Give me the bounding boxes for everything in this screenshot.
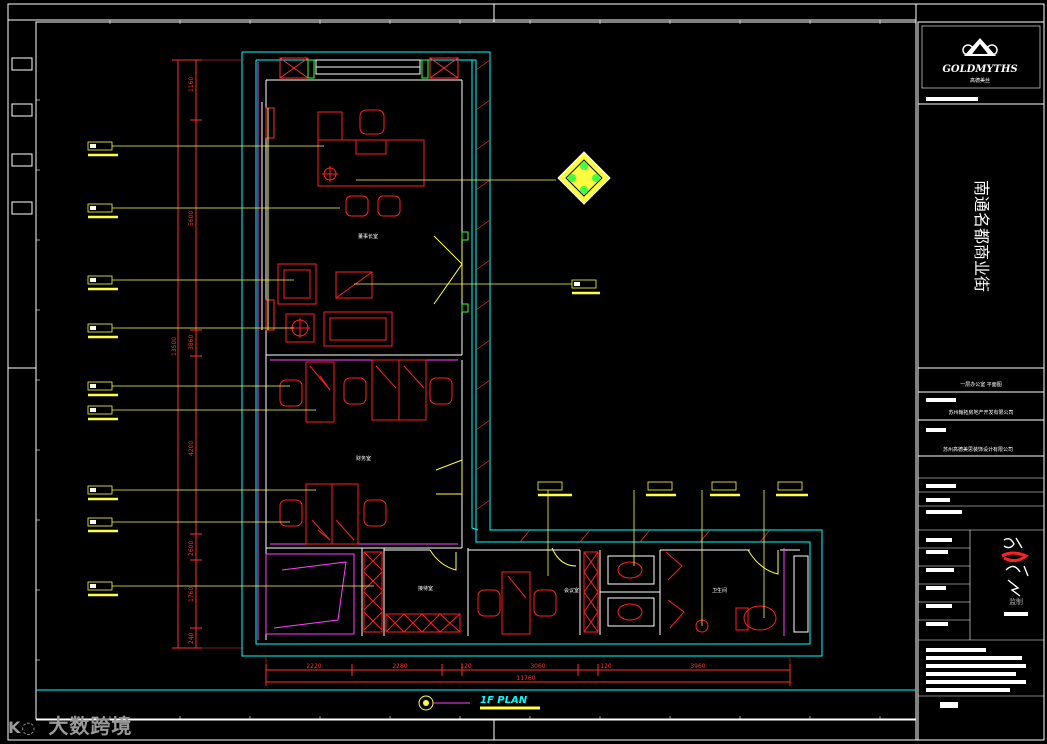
dimension-labels-bottom: 2220 2280 120 3060 120 3960 11760 [306, 663, 705, 682]
dim-bottom-2: 2280 [392, 663, 407, 670]
dim-bottom-3: 120 [460, 663, 472, 670]
dim-left-8: 240 [188, 632, 195, 644]
callout-leaders-right [537, 481, 803, 626]
drawing-title: 一层办公室 平面图 [960, 381, 1002, 388]
brand-name: GOLDMYTHS [942, 64, 1017, 75]
dimension-labels-left: 1160 5600 13500 3860 4200 2600 1760 240 [171, 77, 195, 644]
plan-title: 1F PLAN [480, 695, 528, 706]
exterior-walls [241, 51, 823, 657]
dim-bottom-6: 3960 [690, 663, 705, 670]
room-label-meeting: 会议室 [564, 587, 579, 594]
furniture [277, 109, 777, 635]
wall-hatch [475, 59, 771, 543]
top-window [279, 57, 459, 79]
dim-left-4: 3860 [188, 335, 195, 350]
drawing-frame [7, 3, 1045, 741]
plan-title-block: 1F PLAN [418, 695, 540, 711]
brand-subtitle: 高德美丝 [970, 77, 990, 84]
seal-label: 监制 [1009, 597, 1023, 606]
goldmyths-logo-icon [962, 38, 998, 56]
margin-stamp-boxes [11, 57, 33, 215]
signature-marks [1001, 537, 1029, 597]
project-name: 南通名都商业街 [972, 180, 991, 292]
dim-left-7: 1760 [188, 587, 195, 602]
dim-left-1: 1160 [188, 77, 195, 92]
room-labels: 董事长室 财务室 接待室 会议室 卫生间 [356, 233, 727, 594]
room-label-finance: 财务室 [356, 455, 371, 462]
callout-tags-left [87, 141, 600, 597]
room-label-restroom: 卫生间 [712, 587, 727, 594]
client-name: 苏州翰拓房地产开发有限公司 [948, 409, 1013, 416]
left-window [261, 102, 275, 331]
dim-bottom-4: 3060 [530, 663, 545, 670]
storage-room [265, 553, 355, 635]
frame-ruler-ticks [36, 20, 881, 720]
designer-name: 苏州高德美思装饰设计有限公司 [943, 446, 1013, 453]
room-label-director: 董事长室 [358, 233, 378, 240]
dim-left-5: 4200 [188, 441, 195, 456]
approval-entries [926, 538, 1026, 708]
watermark-text: 大数跨境 [48, 714, 133, 738]
dimension-chain-left [172, 59, 244, 649]
dim-bottom-5: 120 [600, 663, 612, 670]
title-block-rows [926, 484, 962, 514]
cad-floor-plan: 1160 5600 13500 3860 4200 2600 1760 240 … [7, 3, 1045, 741]
dim-total-width: 11760 [516, 675, 535, 682]
doors [429, 231, 779, 575]
dim-left-3: 13500 [171, 337, 178, 356]
dim-left-2: 5600 [188, 211, 195, 226]
watermark-logo-icon: K◌ [8, 718, 37, 737]
room-label-reception: 接待室 [418, 585, 433, 592]
watermark: K◌ 大数跨境 [8, 710, 132, 739]
dim-left-6: 2600 [188, 541, 195, 556]
callout-leaders-left [112, 145, 572, 587]
title-block: GOLDMYTHS 高德美丝 南通名都商业街 一层办公室 平面图 苏州翰拓房地产… [917, 21, 1045, 741]
dim-bottom-1: 2220 [306, 663, 321, 670]
ceiling-fixture-icon [557, 151, 611, 205]
partition-lines [257, 62, 785, 640]
